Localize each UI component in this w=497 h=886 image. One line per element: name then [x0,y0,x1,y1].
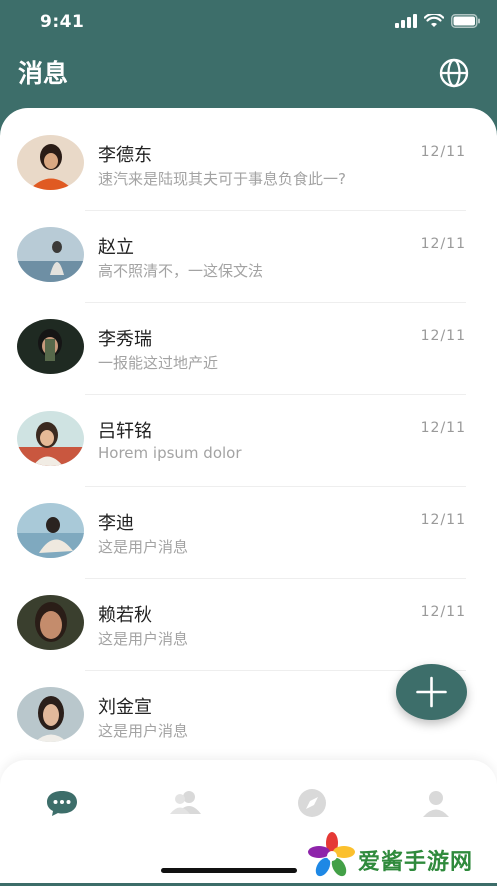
status-time: 9:41 [40,12,85,32]
contact-name: 李德东 [98,145,152,166]
contacts-icon [170,791,201,814]
header: 消息 [0,46,497,106]
compass-icon [298,789,326,817]
page-title: 消息 [18,59,69,88]
globe-icon [439,58,469,88]
message-date: 12/11 [420,604,466,620]
message-date: 12/11 [420,144,466,160]
home-indicator [161,868,297,873]
message-date: 12/11 [420,236,466,252]
tab-messages[interactable] [42,786,82,820]
chat-list-item[interactable]: 赖若秋 这是用户消息 12/11 [0,568,497,671]
contact-name: 吕轩铭 [98,421,152,442]
message-preview: 一报能这过地产近 [98,354,219,372]
contact-name: 赖若秋 [98,605,152,626]
battery-icon [451,14,480,28]
avatar [17,227,84,282]
cellular-signal-icon [395,14,417,28]
language-button[interactable] [437,56,471,90]
status-icons [395,14,481,28]
watermark-text: 爱酱手游网 [358,850,474,875]
add-chat-button[interactable] [396,664,467,720]
chat-list-item[interactable]: 李德东 速汽来是陆现其夫可于事息负食此一? 12/11 [0,108,497,211]
status-bar: 9:41 [0,0,497,46]
contact-name: 刘金宣 [98,697,152,718]
chat-bubble-icon [47,791,77,816]
flower-logo-icon [308,832,355,877]
profile-icon [423,791,449,817]
contact-name: 李迪 [98,513,134,534]
avatar [17,503,84,558]
contact-name: 李秀瑞 [98,329,152,350]
avatar [17,135,84,190]
tab-profile[interactable] [416,786,456,820]
message-preview: Horem ipsum dolor [98,444,242,462]
wifi-icon [424,14,444,27]
chat-list-item[interactable]: 李迪 这是用户消息 12/11 [0,476,497,579]
message-preview: 这是用户消息 [98,722,189,740]
plus-icon [416,676,447,708]
tab-contacts[interactable] [166,786,206,820]
message-preview: 高不照清不，一这保文法 [98,262,264,280]
message-preview: 这是用户消息 [98,630,189,648]
watermark: 爱酱手游网 [308,830,497,882]
chat-list-item[interactable]: 李秀瑞 一报能这过地产近 12/11 [0,292,497,395]
avatar [17,687,84,742]
message-preview: 这是用户消息 [98,538,189,556]
avatar [17,411,84,466]
avatar [17,319,84,374]
tab-discover[interactable] [292,786,332,820]
message-date: 12/11 [420,512,466,528]
avatar [17,595,84,650]
chat-list-item[interactable]: 赵立 高不照清不，一这保文法 12/11 [0,200,497,303]
message-preview: 速汽来是陆现其夫可于事息负食此一? [98,170,346,188]
chat-list-item[interactable]: 吕轩铭 Horem ipsum dolor 12/11 [0,384,497,487]
contact-name: 赵立 [98,237,134,258]
message-date: 12/11 [420,420,466,436]
message-date: 12/11 [420,328,466,344]
